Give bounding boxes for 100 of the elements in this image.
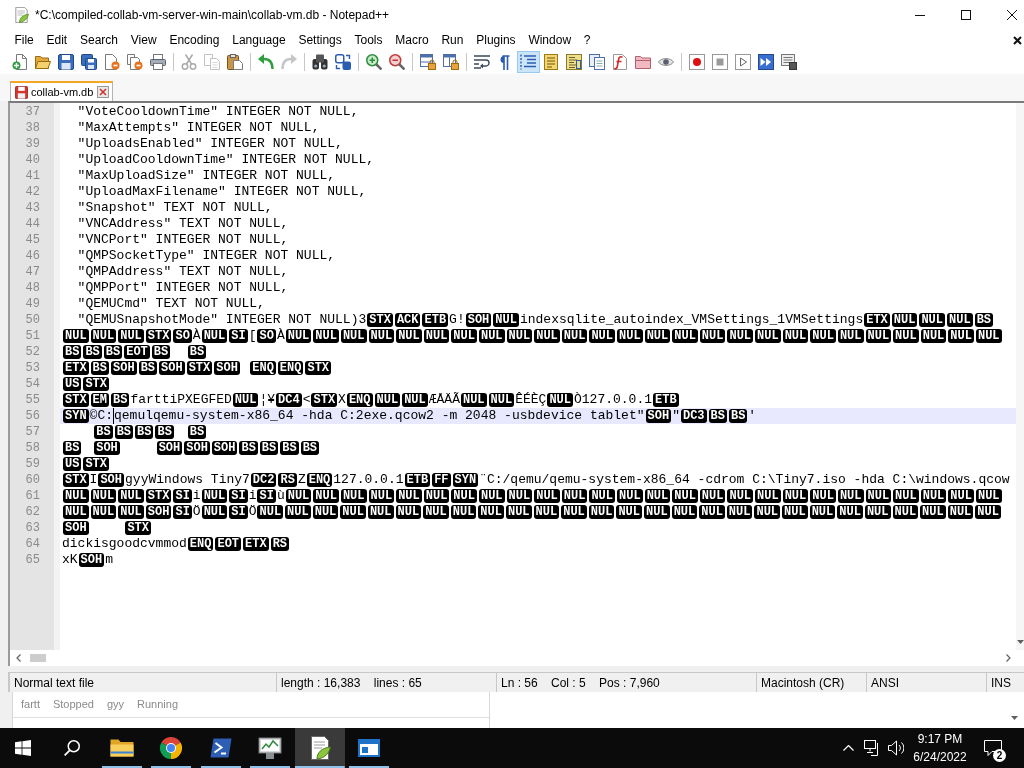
control-character: ETX: [864, 313, 890, 327]
control-character: NUL: [809, 505, 836, 519]
control-character: NUL: [340, 489, 367, 503]
line-number: 60: [25, 473, 40, 487]
close-document-button[interactable]: [1013, 35, 1024, 45]
code-text: Ö: [248, 504, 257, 519]
window-lock-icon: [420, 54, 436, 70]
control-character: NUL: [118, 489, 144, 503]
menu-item[interactable]: Run: [435, 31, 470, 49]
document-length-label: length : 16,383 lines : 65: [281, 675, 422, 690]
control-character: NUL: [589, 489, 615, 503]
control-character: NUL: [837, 329, 864, 343]
close-all-icon: [127, 54, 143, 70]
control-character: BS: [94, 425, 113, 439]
menu-item[interactable]: File: [8, 31, 41, 49]
folder-icon: [109, 739, 134, 757]
line-number: 63: [25, 521, 40, 535]
zoom-out-icon: [389, 54, 405, 70]
control-character: NUL: [644, 329, 671, 343]
control-character: NUL: [451, 489, 477, 503]
control-character: NUL: [893, 329, 919, 343]
code-text: qemulqemu-system-x86_64 -hda C:2exe.qcow2 -m 2048 -usbdevice tablet": [114, 408, 645, 423]
indent-guide-icon: [520, 54, 536, 70]
control-character: NUL: [340, 329, 367, 343]
zoom-in-icon: [366, 54, 382, 70]
code-text: Z: [297, 472, 306, 487]
menu-item[interactable]: ?: [577, 31, 597, 49]
window-title: *C:\compiled-collab-vm-server-win-main\collab-vm.db - Notepad++: [35, 8, 390, 22]
menu-item[interactable]: Tools: [348, 31, 389, 49]
line-number: 59: [25, 457, 40, 471]
notepad-button[interactable]: [295, 728, 345, 768]
binoculars-icon: [312, 54, 328, 70]
control-character: NUL: [755, 329, 781, 343]
control-character: STX: [63, 393, 89, 407]
save-all-icon: [81, 54, 97, 70]
code-text: i: [192, 488, 201, 503]
code-text: dickisgoodcvmmod: [62, 536, 187, 551]
control-character: NUL: [505, 505, 532, 519]
chevron-up-icon: [842, 745, 854, 751]
scrollbar-thumb[interactable]: [30, 654, 46, 662]
control-character: BS: [135, 425, 154, 439]
document-icon: [543, 54, 559, 70]
control-character: NUL: [671, 505, 698, 519]
control-character: SOH: [645, 409, 672, 423]
text-editor[interactable]: [8, 101, 1024, 666]
control-character: BS: [187, 345, 207, 359]
code-text: "QEMUSnapshotMode" INTEGER NOT NULL)3: [77, 312, 367, 327]
line-number: 37: [25, 105, 40, 119]
four-panes-icon: [15, 740, 31, 756]
control-character: STX: [311, 393, 338, 407]
control-character: NUL: [63, 505, 89, 519]
code-text: ¨C:/qemu/qemu-system-x86_64 -cdrom C:\Tiny7.iso -hda C:\windows.qcow: [479, 472, 1010, 487]
control-character: BS: [728, 409, 748, 423]
code-text: ¦¥: [259, 392, 276, 407]
menu-item[interactable]: Plugins: [469, 31, 522, 49]
menu-item[interactable]: View: [124, 31, 163, 49]
control-character: NUL: [423, 505, 449, 519]
menu-item[interactable]: Window: [522, 31, 578, 49]
menu-item[interactable]: Encoding: [163, 31, 226, 49]
cursor-position-label: Ln : 56 Col : 5 Pos : 7,960: [501, 675, 660, 690]
control-character: EOT: [124, 345, 150, 359]
line-number: 58: [25, 441, 40, 455]
code-text: i: [248, 488, 257, 503]
clock-button[interactable]: 9:17 PM 6/24/2022: [908, 728, 972, 768]
line-number: 47: [25, 265, 40, 279]
control-character: BS: [138, 361, 158, 375]
control-character: NUL: [201, 505, 228, 519]
code-text: "UploadCooldownTime" INTEGER NOT NULL,: [77, 152, 375, 167]
code-text: G!: [449, 312, 465, 327]
control-character: NUL: [547, 393, 573, 407]
indent-guide-button[interactable]: [516, 51, 540, 73]
control-character: NUL: [340, 505, 366, 519]
speaker-icon: [887, 740, 905, 756]
menu-item[interactable]: Language: [225, 31, 292, 49]
control-character: STX: [125, 521, 152, 535]
down-arrow-icon: [1016, 640, 1024, 644]
control-character: BS: [259, 441, 279, 455]
control-character: SYN: [63, 409, 89, 423]
tab-close-button[interactable]: [97, 86, 110, 98]
control-character: SOH: [184, 441, 210, 455]
menu-item[interactable]: Settings: [292, 31, 349, 49]
menu-item[interactable]: Macro: [388, 31, 436, 49]
line-number: 65: [25, 553, 40, 567]
menu-item[interactable]: Search: [73, 31, 125, 49]
control-character: NUL: [312, 505, 339, 519]
notifications-button[interactable]: 2: [972, 728, 1014, 768]
line-number: 49: [25, 297, 40, 311]
file-type-label: Normal text file: [14, 675, 95, 690]
down-arrow-icon: [1011, 716, 1018, 720]
control-character: NUL: [810, 489, 836, 503]
eye-icon: [658, 58, 674, 66]
vm-name: fartt: [21, 698, 40, 712]
tab[interactable]: collab-vm.db: [10, 81, 114, 101]
control-character: SI: [229, 505, 248, 519]
line-number: 39: [25, 137, 40, 151]
line-number: 41: [25, 169, 40, 183]
menu-item[interactable]: Edit: [40, 31, 74, 49]
control-character: STX: [83, 377, 109, 391]
code-text: X: [338, 392, 346, 407]
new-file-icon: [12, 54, 28, 70]
